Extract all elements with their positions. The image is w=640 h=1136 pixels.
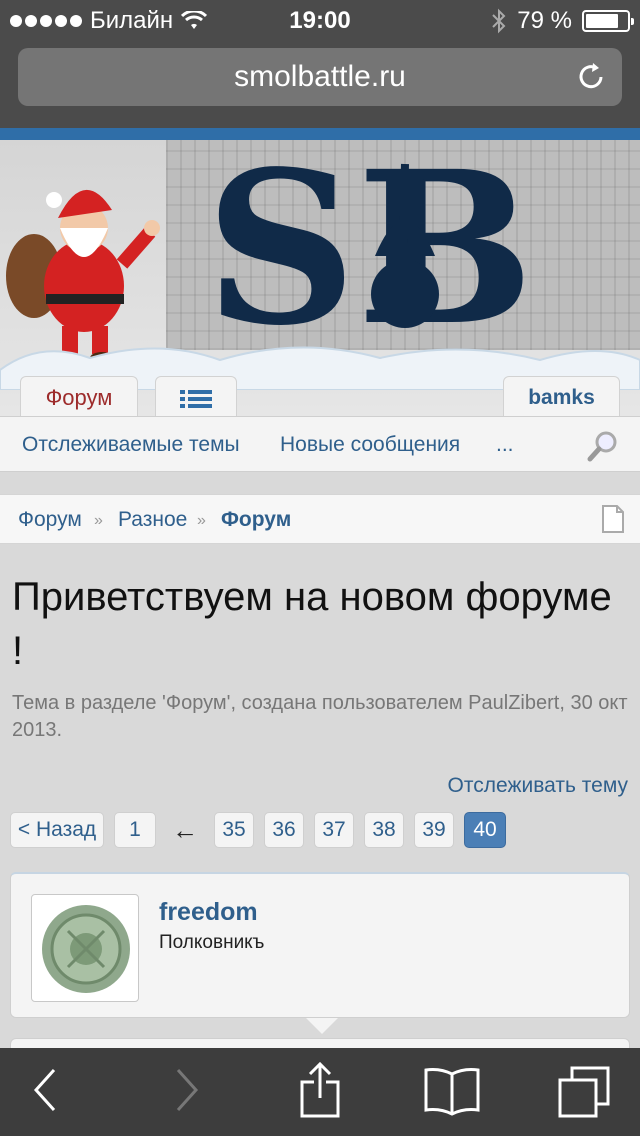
status-bar: Билайн 19:00 79 % (0, 0, 640, 40)
logo-text: SB (205, 144, 534, 344)
browser-chrome: Билайн 19:00 79 % smolbattle.ru (0, 0, 640, 128)
bookmarks-icon[interactable] (424, 1066, 480, 1116)
breadcrumb-separator: » (94, 512, 103, 529)
page-link[interactable]: 35 (214, 812, 254, 848)
post-card: freedom Полковникъ (10, 872, 630, 1018)
post-username[interactable]: freedom (159, 898, 258, 927)
page-link[interactable]: 39 (414, 812, 454, 848)
breadcrumb-item[interactable]: Форум (18, 508, 82, 532)
sub-navigation: Отслеживаемые темы Новые сообщения ... (0, 416, 640, 472)
status-right: 79 % (491, 7, 634, 35)
list-icon (180, 390, 212, 408)
accent-strip (0, 128, 640, 140)
badge-icon (42, 905, 130, 993)
battery-icon (582, 10, 634, 32)
reload-icon[interactable] (574, 60, 608, 94)
more-link[interactable]: ... (496, 433, 514, 457)
tab-user[interactable]: bamks (503, 376, 620, 416)
battery-fill (586, 14, 618, 28)
search-icon[interactable] (586, 429, 620, 463)
page-gap-arrow[interactable]: ← (172, 815, 198, 846)
watch-thread-link[interactable]: Отслеживать тему (448, 774, 628, 798)
current-page[interactable]: 40 (464, 812, 506, 848)
site-header: SB Форум bamks (0, 140, 640, 416)
post-pointer (306, 1018, 338, 1034)
page-link[interactable]: 1 (114, 812, 156, 848)
tab-menu[interactable] (155, 376, 237, 416)
document-icon[interactable] (601, 504, 625, 534)
url-bar[interactable]: smolbattle.ru (18, 48, 622, 106)
post-user-title: Полковникъ (159, 932, 265, 953)
watched-threads-link[interactable]: Отслеживаемые темы (22, 433, 240, 457)
prev-page-button[interactable]: < Назад (10, 812, 104, 848)
new-messages-link[interactable]: Новые сообщения (280, 433, 460, 457)
battery-percent: 79 % (517, 7, 572, 34)
breadcrumb-separator: » (197, 512, 206, 529)
page-link[interactable]: 38 (364, 812, 404, 848)
bluetooth-icon (492, 8, 506, 34)
breadcrumb: Форум » Разное » Форум (0, 494, 640, 544)
forward-icon[interactable] (172, 1066, 202, 1114)
share-icon[interactable] (300, 1062, 340, 1118)
thread-meta: Тема в разделе 'Форум', создана пользова… (12, 692, 628, 741)
page-title: Приветствуем на новом форуме ! (12, 575, 612, 673)
pagination: < Назад 1 ← 35 36 37 38 39 40 (10, 812, 516, 848)
avatar[interactable] (31, 894, 139, 1002)
site-logo[interactable]: SB (205, 144, 625, 344)
breadcrumb-current[interactable]: Форум (221, 508, 291, 532)
browser-toolbar (0, 1048, 640, 1136)
url-text: smolbattle.ru (234, 60, 406, 93)
tab-forum[interactable]: Форум (20, 376, 138, 416)
page-link[interactable]: 37 (314, 812, 354, 848)
back-icon[interactable] (30, 1066, 60, 1114)
tabs-icon[interactable] (558, 1066, 610, 1118)
page-link[interactable]: 36 (264, 812, 304, 848)
breadcrumb-item[interactable]: Разное (118, 508, 187, 532)
